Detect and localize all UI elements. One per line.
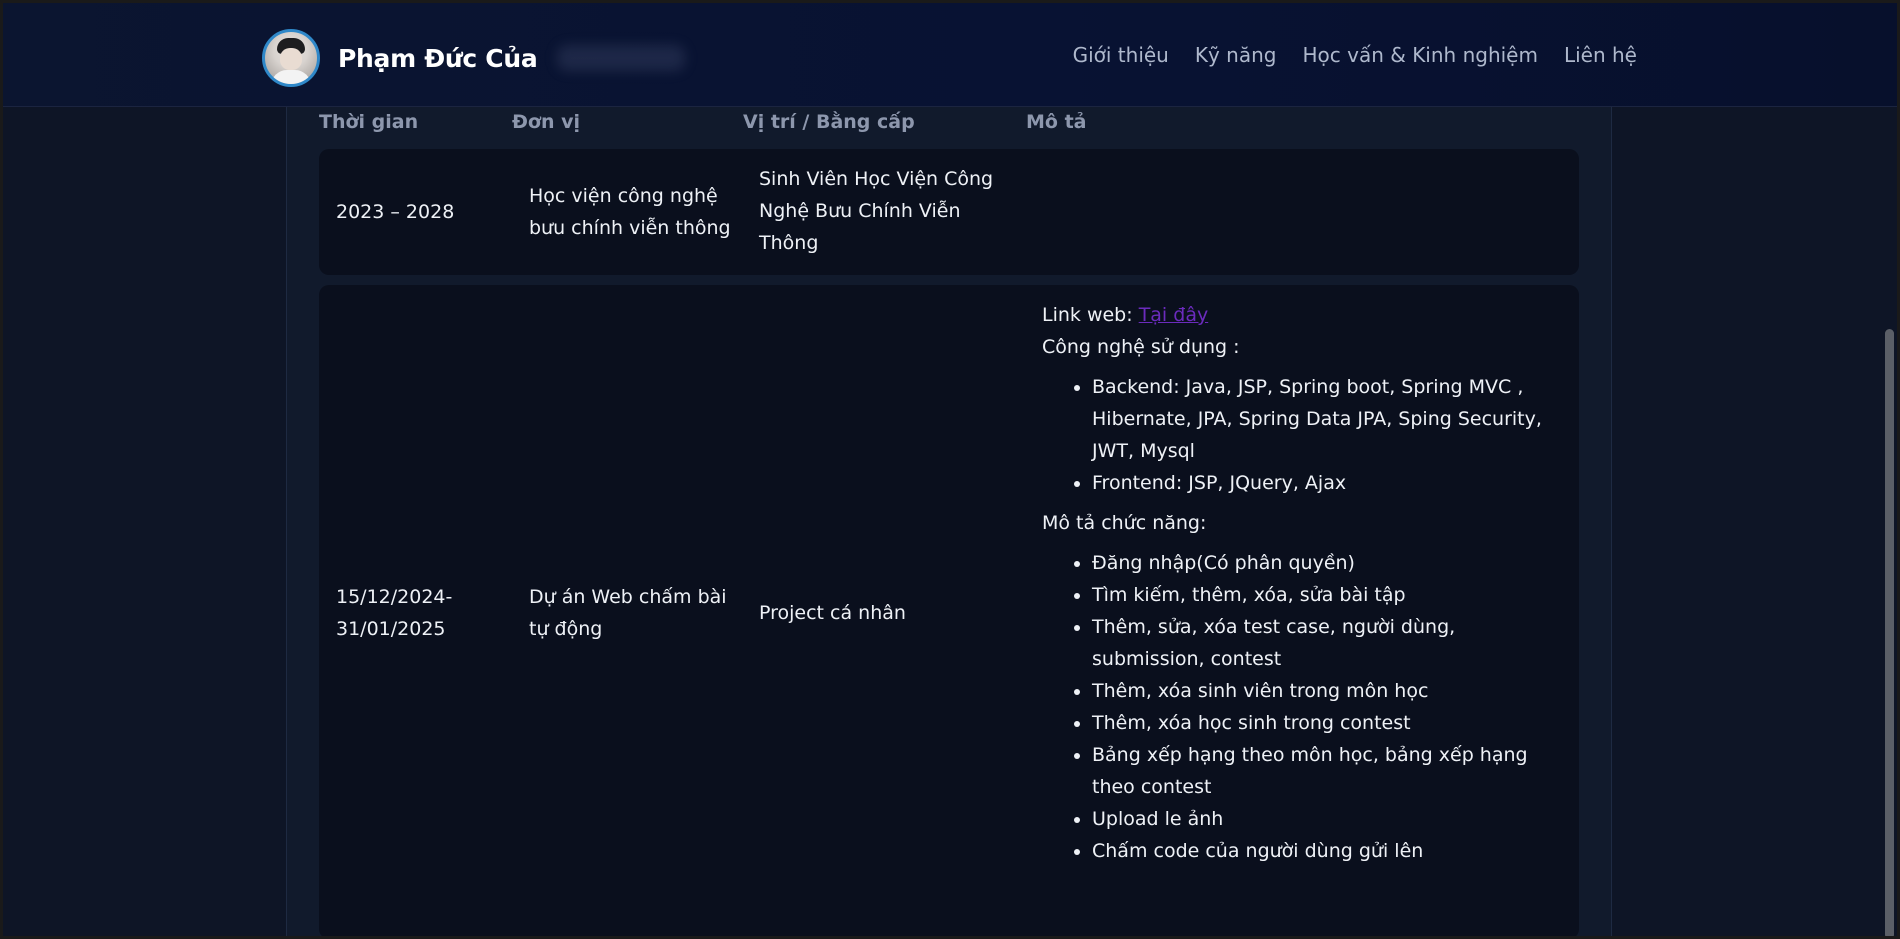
cell-time-line: 15/12/2024- xyxy=(336,586,453,608)
function-list: Đăng nhập(Có phân quyền) Tìm kiếm, thêm,… xyxy=(1042,547,1562,867)
tech-list: Backend: Java, JSP, Spring boot, Spring … xyxy=(1042,371,1562,499)
cell-unit-line: tự động xyxy=(529,618,603,640)
list-item: Backend: Java, JSP, Spring boot, Spring … xyxy=(1092,371,1562,467)
list-item: Chấm code của người dùng gửi lên xyxy=(1092,835,1562,867)
link-line: Link web: Tại đây xyxy=(1042,299,1562,331)
blurred-subtitle xyxy=(557,45,686,71)
list-item: Thêm, xóa sinh viên trong môn học xyxy=(1092,675,1562,707)
main-nav: Giới thiệu Kỹ năng Học vấn & Kinh nghiệm… xyxy=(1073,43,1637,67)
list-item: Đăng nhập(Có phân quyền) xyxy=(1092,547,1562,579)
list-item: Upload le ảnh xyxy=(1092,803,1562,835)
cell-unit: Dự án Web chấm bài tự động xyxy=(529,581,727,645)
list-item: Bảng xếp hạng theo môn học, bảng xếp hạn… xyxy=(1092,739,1562,803)
column-header-time: Thời gian xyxy=(319,111,419,133)
project-link[interactable]: Tại đây xyxy=(1139,304,1209,326)
function-title: Mô tả chức năng: xyxy=(1042,512,1207,534)
cell-unit-line: Học viện công nghệ xyxy=(529,185,718,207)
browser-window: Phạm Đức Của Giới thiệu Kỹ năng Học vấn … xyxy=(0,0,1900,939)
cell-unit: Học viện công nghệ bưu chính viễn thông xyxy=(529,180,731,244)
scrollbar-thumb[interactable] xyxy=(1885,329,1894,936)
column-header-unit: Đơn vị xyxy=(512,111,581,133)
site-header: Phạm Đức Của Giới thiệu Kỹ năng Học vấn … xyxy=(3,3,1897,107)
brand-name: Phạm Đức Của xyxy=(338,43,538,73)
nav-link-contact[interactable]: Liên hệ xyxy=(1564,43,1637,67)
nav-link-intro[interactable]: Giới thiệu xyxy=(1073,43,1169,67)
cell-time: 2023 – 2028 xyxy=(336,201,455,223)
cell-position-line: Thông xyxy=(759,232,819,254)
list-item: Thêm, sửa, xóa test case, người dùng, su… xyxy=(1092,611,1562,675)
table-row: 2023 – 2028 Học viện công nghệ bưu chính… xyxy=(319,149,1579,275)
link-prefix: Link web: xyxy=(1042,304,1139,326)
column-header-description: Mô tả xyxy=(1026,111,1087,133)
nav-link-education-experience[interactable]: Học vấn & Kinh nghiệm xyxy=(1302,43,1537,67)
cell-unit-line: Dự án Web chấm bài xyxy=(529,586,727,608)
column-header-position: Vị trí / Bằng cấp xyxy=(743,111,915,133)
list-item: Frontend: JSP, JQuery, Ajax xyxy=(1092,467,1562,499)
cell-position-line: Sinh Viên Học Viện Công xyxy=(759,168,994,190)
brand[interactable]: Phạm Đức Của xyxy=(262,29,686,87)
table-row: 15/12/2024- 31/01/2025 Dự án Web chấm bà… xyxy=(319,285,1579,936)
avatar xyxy=(262,29,320,87)
list-item: Tìm kiếm, thêm, xóa, sửa bài tập xyxy=(1092,579,1562,611)
cell-time-line: 31/01/2025 xyxy=(336,618,446,640)
cell-unit-line: bưu chính viễn thông xyxy=(529,217,731,239)
cell-position: Sinh Viên Học Viện Công Nghệ Bưu Chính V… xyxy=(759,163,993,259)
cell-time: 15/12/2024- 31/01/2025 xyxy=(336,581,452,645)
page-scrollbar[interactable] xyxy=(1882,3,1894,936)
cell-description: Link web: Tại đây Công nghệ sử dụng : Ba… xyxy=(1042,299,1562,875)
tech-title: Công nghệ sử dụng : xyxy=(1042,336,1240,358)
list-item: Thêm, xóa học sinh trong contest xyxy=(1092,707,1562,739)
cell-position-line: Nghệ Bưu Chính Viễn xyxy=(759,200,961,222)
nav-link-skills[interactable]: Kỹ năng xyxy=(1195,43,1277,67)
cell-position: Project cá nhân xyxy=(759,602,906,624)
